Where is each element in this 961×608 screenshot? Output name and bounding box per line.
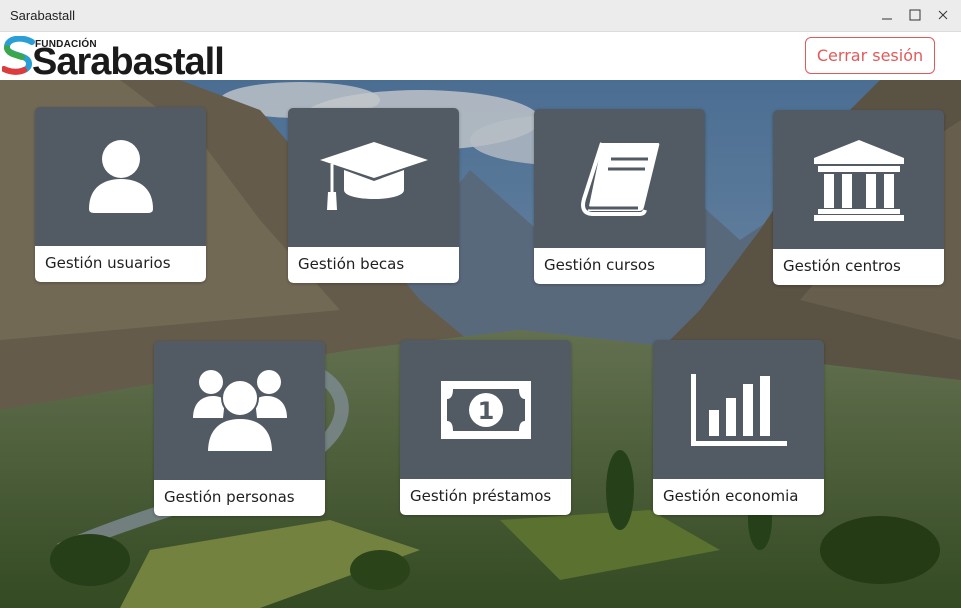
logo-mark-icon	[2, 36, 35, 75]
bar-chart-icon	[690, 373, 787, 446]
tile-label: Gestión centros	[783, 257, 901, 275]
logout-button[interactable]: Cerrar sesión	[805, 37, 935, 74]
close-icon[interactable]	[936, 8, 950, 22]
tile-gestion-economia[interactable]: Gestión economia	[653, 340, 824, 515]
graduation-cap-icon	[319, 141, 428, 210]
tile-label: Gestión usuarios	[45, 254, 171, 272]
tile-label: Gestión cursos	[544, 256, 655, 274]
tile-gestion-usuarios[interactable]: Gestión usuarios	[35, 107, 206, 282]
tile-gestion-centros[interactable]: Gestión centros	[773, 110, 944, 285]
tile-label: Gestión becas	[298, 255, 405, 273]
tile-gestion-becas[interactable]: Gestión becas	[288, 108, 459, 283]
logo-title-text: Sarabastall	[32, 41, 225, 83]
tile-label: Gestión personas	[164, 488, 295, 506]
money-icon: 1	[440, 380, 531, 439]
book-icon	[580, 141, 659, 216]
sarabastall-logo: FUNDACIÓN Sarabastall	[2, 36, 225, 81]
window-title: Sarabastall	[10, 8, 76, 23]
tile-label: Gestión préstamos	[410, 487, 552, 505]
tile-gestion-personas[interactable]: Gestión personas	[154, 341, 325, 516]
svg-text:1: 1	[477, 397, 494, 425]
app-header: FUNDACIÓN Sarabastall Cerrar sesión	[0, 32, 961, 81]
tile-label: Gestión economia	[663, 487, 799, 505]
tile-gestion-cursos[interactable]: Gestión cursos	[534, 109, 705, 284]
building-icon	[813, 139, 904, 221]
window-titlebar: Sarabastall	[0, 0, 961, 32]
tile-gestion-prestamos[interactable]: 1 Gestión préstamos	[400, 340, 571, 515]
users-group-icon	[192, 369, 287, 453]
maximize-icon[interactable]	[908, 8, 922, 22]
user-icon	[88, 139, 153, 213]
minimize-icon[interactable]	[880, 8, 894, 22]
